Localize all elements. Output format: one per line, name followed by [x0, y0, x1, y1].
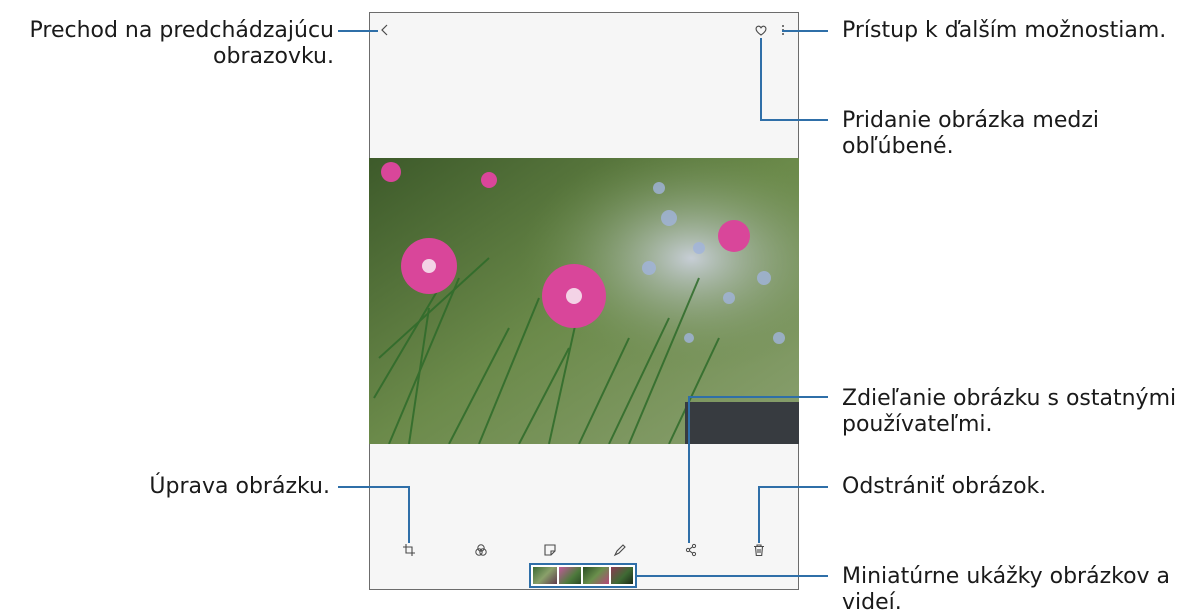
draw-icon[interactable]: [613, 543, 627, 557]
crop-icon[interactable]: [402, 543, 416, 557]
callout-more: Prístup k ďalším možnostiam.: [842, 18, 1167, 43]
callout-back: Prechod na predchádzajúcu obrazovku.: [29, 18, 335, 69]
photo-image[interactable]: [369, 158, 799, 444]
thumbnail-image[interactable]: [559, 567, 581, 584]
leader-line-edit-v: [408, 486, 410, 543]
trash-icon[interactable]: [752, 543, 766, 557]
callout-share: Zdieľanie obrázku s ostatnými používateľ…: [842, 386, 1177, 437]
filter-icon[interactable]: [474, 543, 488, 557]
thumbnail-image[interactable]: [533, 567, 557, 584]
leader-line-share-h: [688, 396, 828, 398]
leader-line-share-v: [688, 397, 690, 543]
leader-line-favorite-v: [760, 38, 762, 120]
thumbnail-image[interactable]: [583, 567, 609, 584]
callout-favorite: Pridanie obrázka medzi obľúbené.: [842, 108, 1099, 159]
leader-line-favorite-h: [760, 119, 828, 121]
share-icon[interactable]: [684, 543, 698, 557]
leader-line-back: [338, 30, 378, 32]
callout-edit: Úprava obrázku.: [149, 474, 330, 499]
leader-line-more: [782, 30, 828, 32]
heart-icon[interactable]: [754, 23, 768, 37]
thumbnail-image[interactable]: [611, 567, 633, 584]
back-arrow-icon[interactable]: [378, 23, 392, 37]
leader-line-delete-h: [758, 486, 828, 488]
thumbnail-strip[interactable]: [529, 563, 637, 588]
leader-line-thumbnails: [637, 575, 828, 577]
callout-delete: Odstrániť obrázok.: [842, 474, 1047, 499]
leader-line-edit-h: [338, 486, 410, 488]
leader-line-delete-v: [758, 486, 760, 543]
callout-thumbnails: Miniatúrne ukážky obrázkov a videí.: [842, 564, 1171, 615]
sticker-icon[interactable]: [543, 543, 557, 557]
